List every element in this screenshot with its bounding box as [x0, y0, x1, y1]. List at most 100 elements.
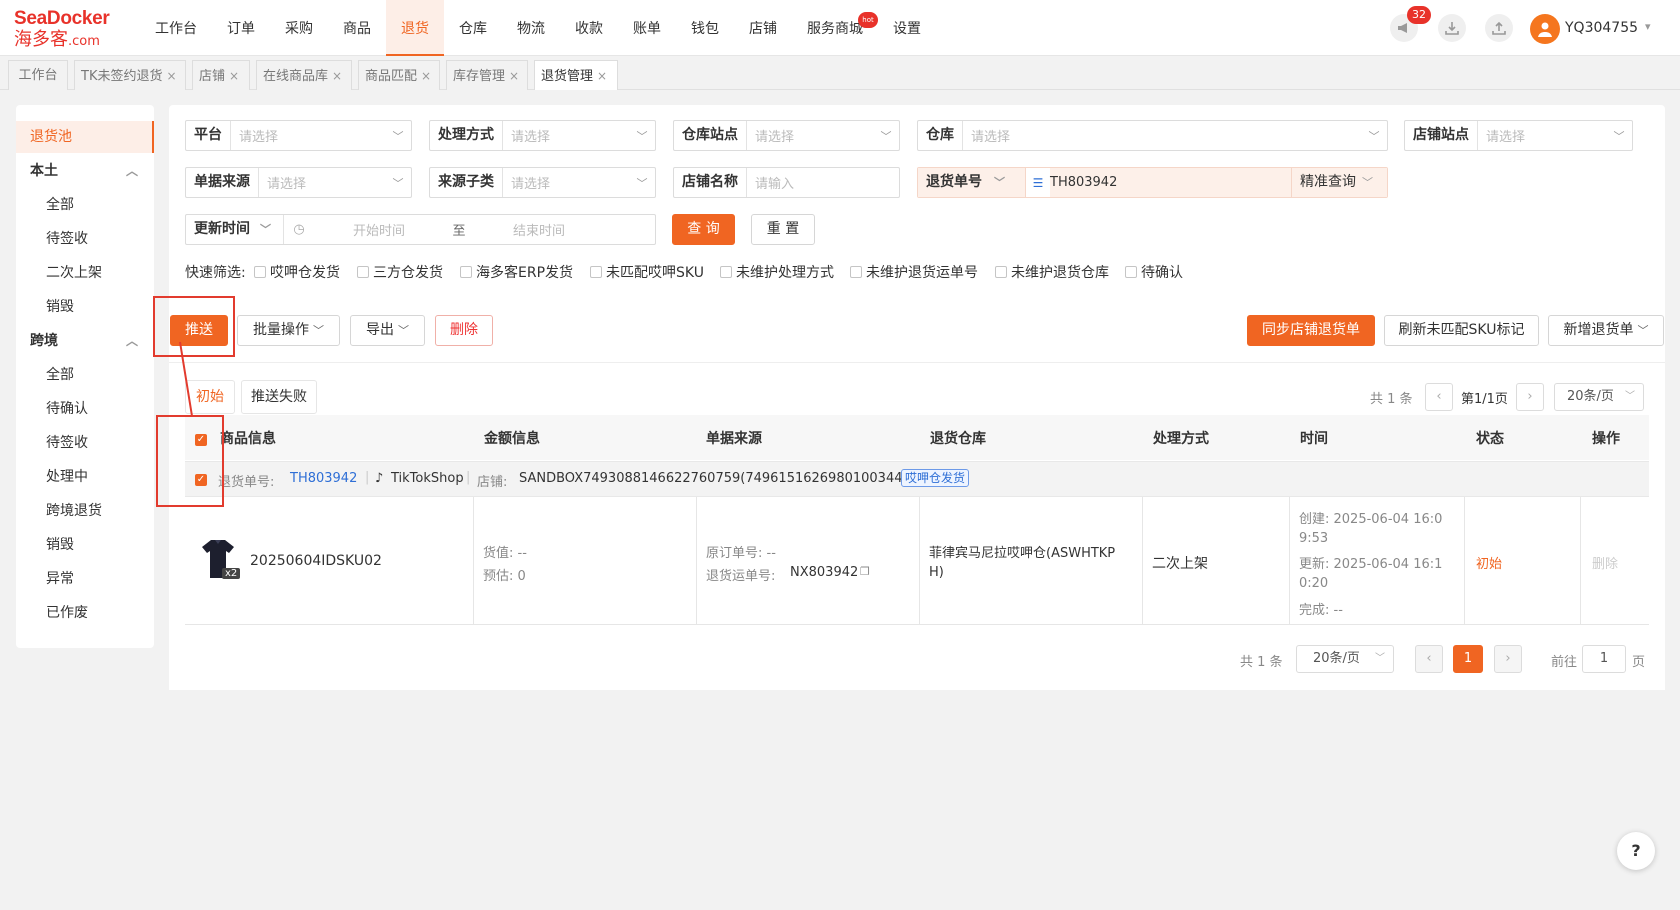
nav-warehouse[interactable]: 仓库 — [444, 0, 502, 56]
checkbox[interactable] — [995, 266, 1007, 278]
sidebar-item-cross-destroy[interactable]: 销毁 — [16, 529, 154, 561]
copy-icon[interactable]: ❐ — [860, 565, 870, 578]
username[interactable]: YQ304755 — [1565, 20, 1638, 36]
nav-service-mall[interactable]: 服务商城 hot — [792, 0, 878, 56]
quick-filter-no-waybill[interactable]: 未维护退货运单号 — [850, 262, 978, 282]
checkbox[interactable] — [1125, 266, 1137, 278]
logo[interactable]: SeaDocker 海多客.com — [14, 8, 124, 50]
download-icon[interactable] — [1438, 14, 1466, 42]
prev-page-button[interactable]: ‹ — [1425, 383, 1453, 411]
product-thumbnail[interactable]: x2 — [200, 538, 241, 584]
tab-shops[interactable]: 店铺 × — [192, 60, 250, 90]
process-method-select[interactable]: 处理方式 请选择 ﹀ — [429, 120, 656, 151]
batch-ops-button[interactable]: 批量操作 ﹀ — [237, 315, 340, 346]
tab-workbench[interactable]: 工作台 — [8, 60, 68, 90]
doc-source-select[interactable]: 单据来源 请选择 ﹀ — [185, 167, 412, 198]
quick-filter-unmatched-sku[interactable]: 未匹配哎呷SKU — [590, 262, 704, 282]
nav-logistics[interactable]: 物流 — [502, 0, 560, 56]
sidebar-item-cross-exception[interactable]: 异常 — [16, 563, 154, 595]
quick-filter-erp[interactable]: 海多客ERP发货 — [460, 262, 573, 282]
next-page-button[interactable]: › — [1494, 645, 1522, 673]
checkbox[interactable] — [460, 266, 472, 278]
nav-settings[interactable]: 设置 — [878, 0, 936, 56]
nav-shops[interactable]: 店铺 — [734, 0, 792, 56]
sidebar-item-local-pending-sign[interactable]: 待签收 — [16, 223, 154, 255]
nav-payments[interactable]: 收款 — [560, 0, 618, 56]
sidebar-group-local[interactable]: 本土 ︿ — [16, 155, 154, 187]
close-icon[interactable]: × — [597, 69, 607, 83]
quick-filter-aya-wh[interactable]: 哎呷仓发货 — [254, 262, 340, 282]
add-return-button[interactable]: 新增退货单 ﹀ — [1548, 315, 1664, 346]
next-page-button[interactable]: › — [1516, 383, 1544, 411]
nav-returns[interactable]: 退货 — [386, 0, 444, 56]
nav-bills[interactable]: 账单 — [618, 0, 676, 56]
nav-products[interactable]: 商品 — [328, 0, 386, 56]
start-time-input[interactable]: 开始时间 — [314, 220, 444, 239]
sidebar-item-return-pool[interactable]: 退货池 — [16, 121, 154, 153]
tab-online-products[interactable]: 在线商品库 × — [256, 60, 352, 90]
sidebar-item-cross-pending-sign[interactable]: 待签收 — [16, 427, 154, 459]
quick-filter-pending-confirm[interactable]: 待确认 — [1125, 262, 1183, 282]
quick-filter-3pl-wh[interactable]: 三方仓发货 — [357, 262, 443, 282]
nav-purchase[interactable]: 采购 — [270, 0, 328, 56]
checkbox[interactable] — [254, 266, 266, 278]
sidebar-item-local-relist[interactable]: 二次上架 — [16, 257, 154, 289]
sidebar-item-cross-returns[interactable]: 跨境退货 — [16, 495, 154, 527]
nav-workbench[interactable]: 工作台 — [140, 0, 212, 56]
tab-returns-mgmt[interactable]: 退货管理 × — [534, 60, 618, 90]
match-mode-select[interactable]: 精准查询 ﹀ — [1291, 168, 1387, 197]
tab-inventory[interactable]: 库存管理 × — [446, 60, 528, 90]
return-no-type-select[interactable]: 退货单号 ﹀ — [918, 168, 1026, 197]
query-button[interactable]: 查 询 — [672, 214, 735, 245]
close-icon[interactable]: × — [229, 69, 239, 83]
goto-page-input[interactable]: 1 — [1582, 645, 1626, 673]
tab-tk-unsigned-returns[interactable]: TK未签约退货 × — [74, 60, 186, 90]
refresh-unmatched-sku-button[interactable]: 刷新未匹配SKU标记 — [1384, 315, 1539, 346]
sidebar-item-cross-all[interactable]: 全部 — [16, 359, 154, 391]
checkbox[interactable] — [720, 266, 732, 278]
end-time-input[interactable]: 结束时间 — [474, 220, 604, 239]
checkbox[interactable] — [850, 266, 862, 278]
shop-site-select[interactable]: 店铺站点 请选择 ﹀ — [1404, 120, 1633, 151]
row-delete-link[interactable]: 删除 — [1592, 553, 1618, 572]
tab-product-match[interactable]: 商品匹配 × — [358, 60, 440, 90]
sidebar-item-cross-processing[interactable]: 处理中 — [16, 461, 154, 493]
reset-button[interactable]: 重 置 — [751, 214, 815, 245]
close-icon[interactable]: × — [509, 69, 519, 83]
user-menu-caret-icon[interactable]: ▾ — [1645, 20, 1651, 33]
update-time-type-select[interactable]: 更新时间 ﹀ — [186, 215, 284, 244]
avatar[interactable] — [1530, 14, 1560, 44]
page-1-button[interactable]: 1 — [1453, 645, 1483, 673]
sidebar-item-local-all[interactable]: 全部 — [16, 189, 154, 221]
checkbox[interactable] — [357, 266, 369, 278]
quick-filter-no-method[interactable]: 未维护处理方式 — [720, 262, 834, 282]
shop-name-input[interactable]: 店铺名称 请输入 — [673, 167, 900, 198]
page-size-select-bottom[interactable]: 20条/页 ﹀ — [1296, 645, 1394, 673]
sync-shop-returns-button[interactable]: 同步店铺退货单 — [1247, 315, 1375, 346]
return-no-link[interactable]: TH803942 — [290, 471, 357, 486]
sidebar-item-cross-confirm[interactable]: 待确认 — [16, 393, 154, 425]
close-icon[interactable]: × — [421, 69, 431, 83]
sidebar-item-local-destroy[interactable]: 销毁 — [16, 291, 154, 323]
export-button[interactable]: 导出 ﹀ — [350, 315, 425, 346]
sidebar-item-cross-voided[interactable]: 已作废 — [16, 597, 154, 629]
return-no-input[interactable]: TH803942 — [1050, 168, 1291, 197]
sidebar-group-cross[interactable]: 跨境 ︿ — [16, 325, 154, 357]
prev-page-button[interactable]: ‹ — [1415, 645, 1443, 673]
upload-icon[interactable] — [1485, 14, 1513, 42]
warehouse-site-select[interactable]: 仓库站点 请选择 ﹀ — [673, 120, 900, 151]
delete-button[interactable]: 删除 — [435, 315, 493, 346]
close-icon[interactable]: × — [332, 69, 342, 83]
source-subtype-select[interactable]: 来源子类 请选择 ﹀ — [429, 167, 656, 198]
warehouse-select[interactable]: 仓库 请选择 ﹀ — [917, 120, 1388, 151]
close-icon[interactable]: × — [166, 69, 176, 83]
chevron-down-icon: ﹀ — [260, 223, 271, 236]
nav-orders[interactable]: 订单 — [212, 0, 270, 56]
subtab-push-failed[interactable]: 推送失败 — [241, 380, 317, 414]
page-size-select-top[interactable]: 20条/页 ﹀ — [1554, 383, 1644, 411]
nav-wallet[interactable]: 钱包 — [676, 0, 734, 56]
platform-select[interactable]: 平台 请选择 ﹀ — [185, 120, 412, 151]
help-button[interactable]: ? — [1617, 832, 1655, 870]
quick-filter-no-warehouse[interactable]: 未维护退货仓库 — [995, 262, 1109, 282]
checkbox[interactable] — [590, 266, 602, 278]
